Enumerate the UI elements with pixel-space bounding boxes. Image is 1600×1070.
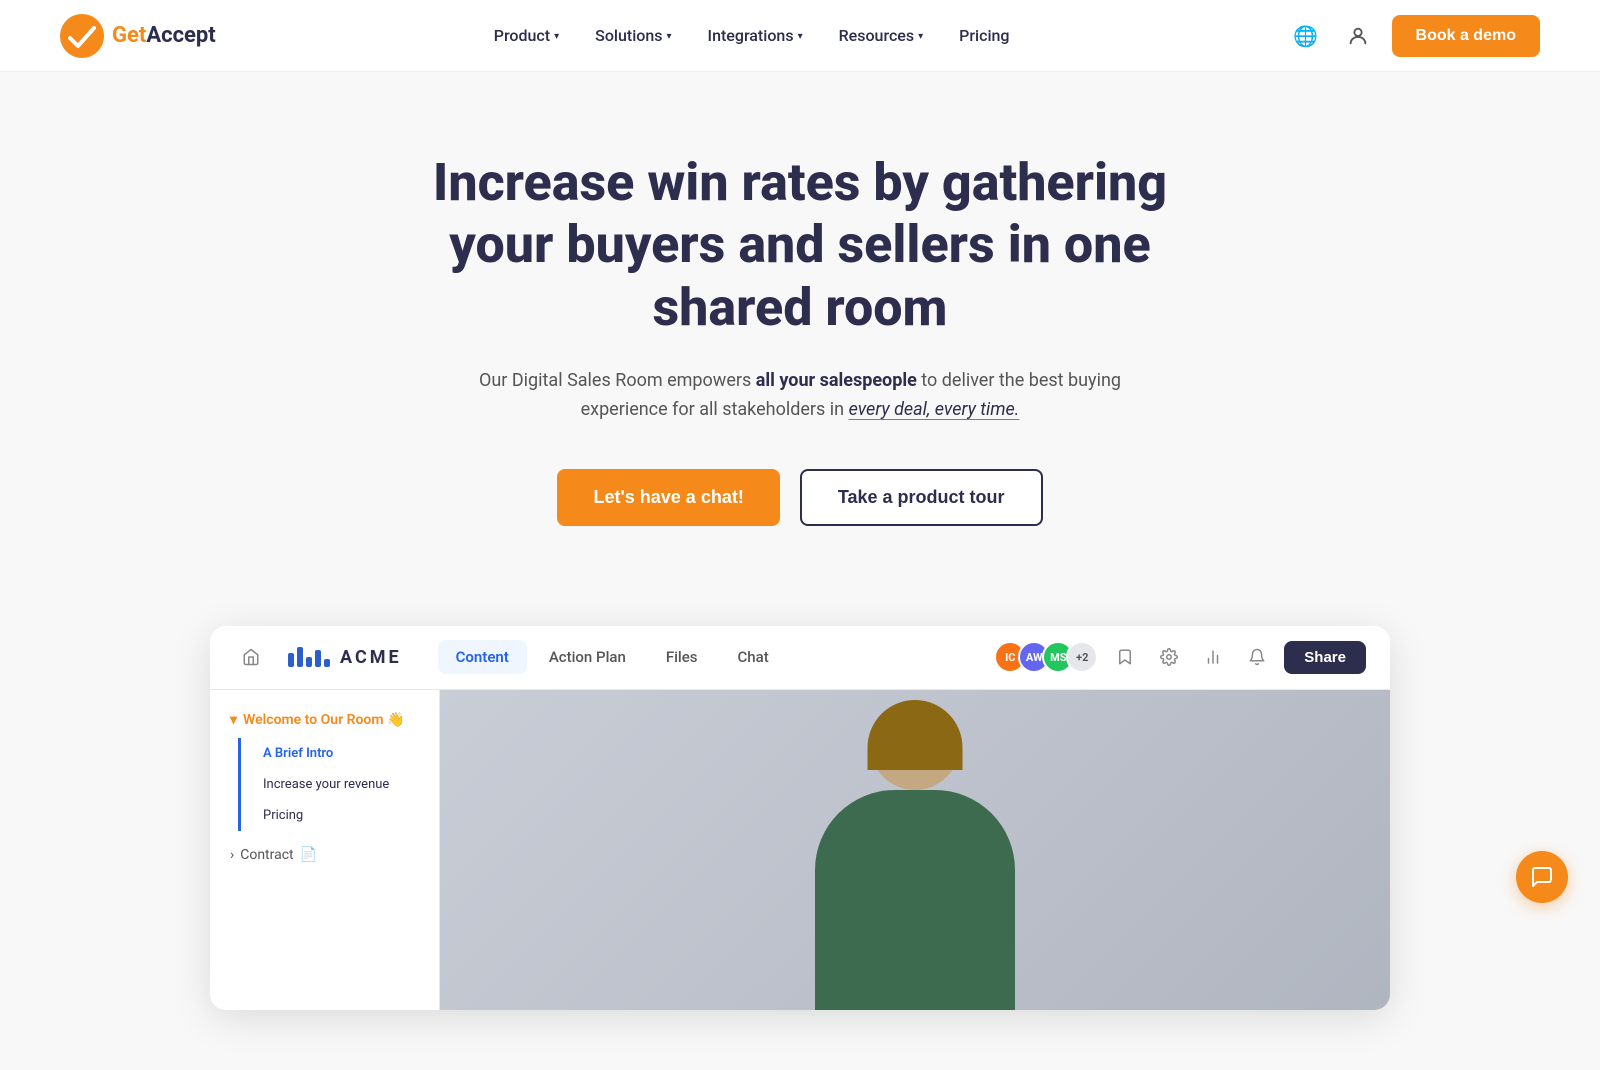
sidebar-section-contract[interactable]: › Contract 📄 <box>222 839 427 871</box>
nav-actions: 🌐 Book a demo <box>1288 15 1540 57</box>
hero-section: Increase win rates by gathering your buy… <box>0 72 1600 586</box>
bookmark-icon[interactable] <box>1108 640 1142 674</box>
demo-window: ACME Content Action Plan Files Chat IC A… <box>210 626 1390 1010</box>
demo-tabs: Content Action Plan Files Chat <box>438 640 975 674</box>
person-body <box>815 790 1015 1010</box>
demo-main-content <box>440 690 1390 1010</box>
navbar: GetAccept Product ▾ Solutions ▾ Integrat… <box>0 0 1600 72</box>
person-figure <box>815 700 1015 1010</box>
logo[interactable]: GetAccept <box>60 14 216 58</box>
nav-item-product[interactable]: Product ▾ <box>494 26 559 45</box>
hero-buttons: Let's have a chat! Take a product tour <box>20 469 1580 526</box>
nav-item-resources[interactable]: Resources ▾ <box>839 26 924 45</box>
sidebar-item-intro[interactable]: A Brief Intro <box>253 738 427 769</box>
sidebar-section-label: Welcome to Our Room 👋 <box>243 712 404 728</box>
chevron-down-icon: ▾ <box>230 712 237 728</box>
hero-subtext: Our Digital Sales Room empowers all your… <box>470 367 1130 425</box>
video-placeholder <box>440 690 1390 1010</box>
nav-link-resources[interactable]: Resources ▾ <box>839 26 924 45</box>
nav-link-solutions[interactable]: Solutions ▾ <box>595 26 671 45</box>
contract-label: Contract <box>240 847 293 863</box>
book-demo-button[interactable]: Book a demo <box>1392 15 1540 57</box>
sidebar-item-revenue[interactable]: Increase your revenue <box>253 769 427 800</box>
tab-action-plan[interactable]: Action Plan <box>531 640 644 674</box>
tab-files[interactable]: Files <box>648 640 716 674</box>
nav-item-pricing[interactable]: Pricing <box>959 26 1009 45</box>
chart-icon[interactable] <box>1196 640 1230 674</box>
product-tour-button[interactable]: Take a product tour <box>800 469 1043 526</box>
chevron-down-icon: ▾ <box>554 31 559 42</box>
share-button[interactable]: Share <box>1284 641 1366 674</box>
chevron-down-icon: ▾ <box>798 31 803 42</box>
sidebar-items: A Brief Intro Increase your revenue Pric… <box>238 738 427 831</box>
bar2 <box>297 647 303 667</box>
contract-icon: 📄 <box>300 847 317 863</box>
demo-sidebar: ▾ Welcome to Our Room 👋 A Brief Intro In… <box>210 690 440 1010</box>
demo-home-icon[interactable] <box>234 640 268 674</box>
bar3 <box>306 657 312 667</box>
user-icon[interactable] <box>1340 18 1376 54</box>
settings-icon[interactable] <box>1152 640 1186 674</box>
chat-bubble[interactable] <box>1516 851 1568 903</box>
bar4 <box>315 650 321 667</box>
chevron-right-icon: › <box>230 847 234 863</box>
bar1 <box>288 653 294 667</box>
logo-text: GetAccept <box>112 23 216 48</box>
demo-logo-bars <box>288 647 330 667</box>
nav-link-product[interactable]: Product ▾ <box>494 26 559 45</box>
chevron-down-icon: ▾ <box>918 31 923 42</box>
nav-link-pricing[interactable]: Pricing <box>959 26 1009 45</box>
bell-icon[interactable] <box>1240 640 1274 674</box>
sidebar-item-pricing[interactable]: Pricing <box>253 800 427 831</box>
hero-headline: Increase win rates by gathering your buy… <box>390 152 1210 339</box>
avatar-count: +2 <box>1066 641 1098 673</box>
demo-logo-area: ACME <box>288 647 402 668</box>
globe-icon[interactable]: 🌐 <box>1288 18 1324 54</box>
avatar-group: IC AW MS +2 <box>994 641 1098 673</box>
nav-item-solutions[interactable]: Solutions ▾ <box>595 26 671 45</box>
tab-content[interactable]: Content <box>438 640 527 674</box>
demo-company-name: ACME <box>340 647 402 668</box>
bar5 <box>324 659 330 667</box>
demo-body: ▾ Welcome to Our Room 👋 A Brief Intro In… <box>210 690 1390 1010</box>
person-hair <box>868 700 963 770</box>
demo-actions: IC AW MS +2 <box>994 640 1366 674</box>
nav-link-integrations[interactable]: Integrations ▾ <box>708 26 803 45</box>
demo-container: ACME Content Action Plan Files Chat IC A… <box>0 626 1600 1070</box>
person-head-area <box>870 700 960 790</box>
chevron-down-icon: ▾ <box>667 31 672 42</box>
demo-navbar: ACME Content Action Plan Files Chat IC A… <box>210 626 1390 690</box>
sidebar-section-header[interactable]: ▾ Welcome to Our Room 👋 <box>222 706 427 734</box>
tab-chat[interactable]: Chat <box>720 640 787 674</box>
chat-button[interactable]: Let's have a chat! <box>557 469 779 526</box>
nav-item-integrations[interactable]: Integrations ▾ <box>708 26 803 45</box>
nav-links: Product ▾ Solutions ▾ Integrations ▾ Res… <box>494 26 1010 45</box>
